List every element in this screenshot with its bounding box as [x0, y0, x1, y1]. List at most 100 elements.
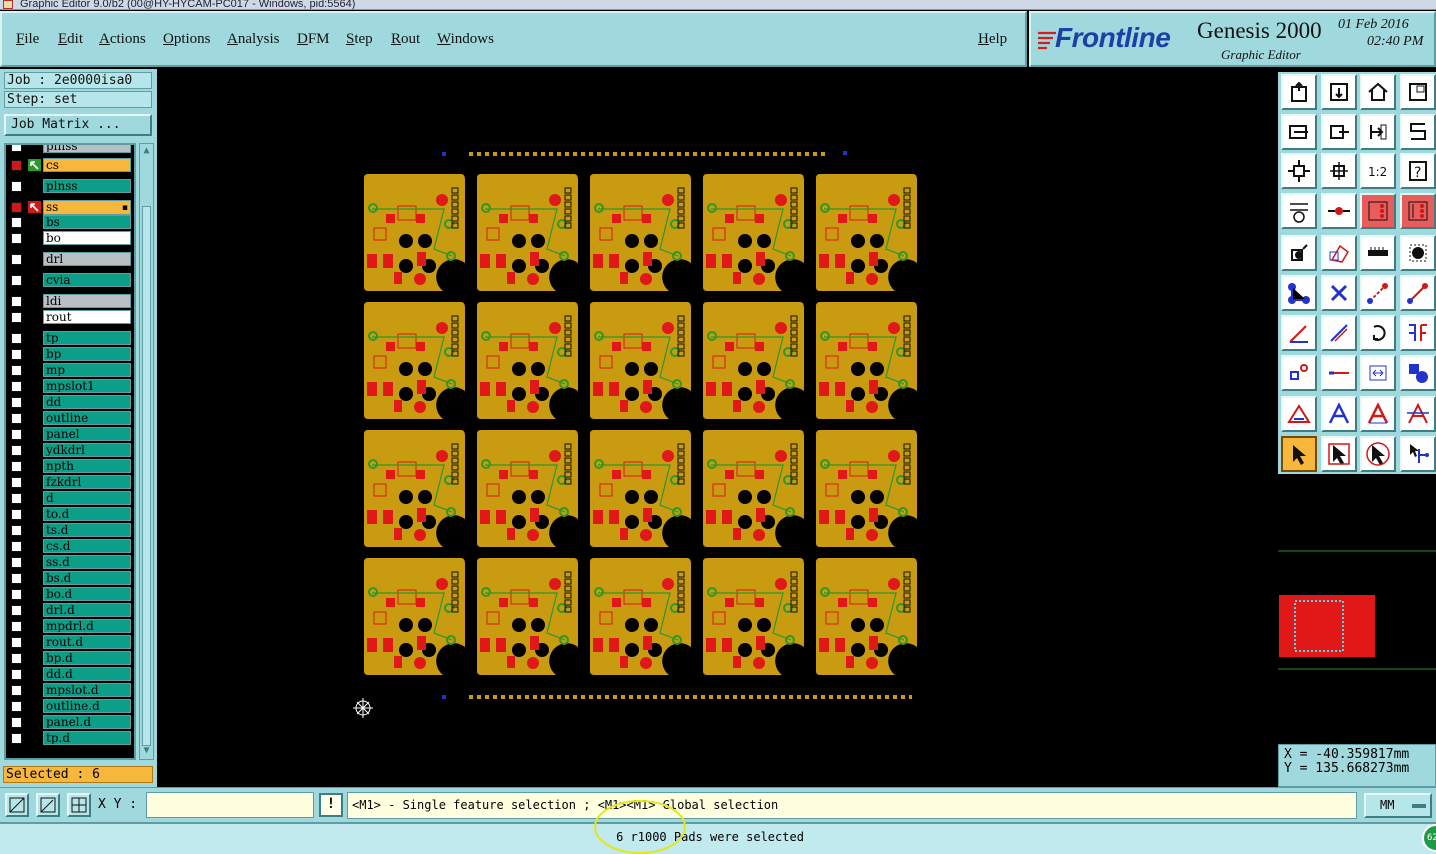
- layer-name[interactable]: rout.d: [43, 635, 131, 649]
- home-tool-button[interactable]: [1360, 74, 1396, 110]
- layer-checkbox[interactable]: [11, 381, 22, 392]
- mirror-tool-button[interactable]: [1400, 315, 1436, 351]
- text-a-blue-tool-button[interactable]: [1400, 396, 1436, 432]
- layer-checkbox[interactable]: [11, 365, 22, 376]
- layer-compare-tool-button[interactable]: [1400, 193, 1436, 229]
- layer-checkbox[interactable]: [11, 685, 22, 696]
- layer-name[interactable]: mpslot1: [43, 379, 131, 393]
- layer-name[interactable]: ss ▪: [43, 200, 131, 215]
- layer-checkbox[interactable]: [11, 181, 22, 192]
- menu-windows[interactable]: Windows: [437, 31, 494, 48]
- layer-row-cs[interactable]: cs: [8, 158, 134, 172]
- layer-name[interactable]: plnss: [43, 179, 131, 193]
- resize-tool-button[interactable]: [1360, 355, 1396, 391]
- layer-name[interactable]: tp: [43, 331, 131, 345]
- snap-center-button[interactable]: [67, 793, 91, 817]
- layer-checkbox[interactable]: [11, 397, 22, 408]
- layer-checkbox[interactable]: [11, 669, 22, 680]
- layer-checkbox[interactable]: [11, 717, 22, 728]
- layer-checkbox[interactable]: [11, 160, 22, 171]
- layer-name[interactable]: to.d: [43, 507, 131, 521]
- layer-name[interactable]: outline: [43, 411, 131, 425]
- menu-actions[interactable]: Actions: [99, 31, 146, 48]
- menu-dfm[interactable]: DFM: [297, 31, 330, 48]
- snap-settings-tool-button[interactable]: [1281, 193, 1317, 229]
- layer-name[interactable]: outline.d: [43, 699, 131, 713]
- layer-row-outline[interactable]: outline: [8, 411, 134, 425]
- layer-name[interactable]: bp.d: [43, 651, 131, 665]
- layer-name[interactable]: bs: [43, 215, 131, 229]
- help-tool-button[interactable]: ?: [1400, 153, 1436, 189]
- layer-row-fzkdrl[interactable]: fzkdrl: [8, 475, 134, 489]
- layer-checkbox[interactable]: [11, 701, 22, 712]
- select-arrow-tool-button[interactable]: [1281, 436, 1317, 472]
- layer-row-mpdrl-d[interactable]: mpdrl.d: [8, 619, 134, 633]
- slash-line-tool-button[interactable]: [1321, 315, 1357, 351]
- job-matrix-button[interactable]: Job Matrix ...: [4, 114, 152, 136]
- layer-checkbox[interactable]: [11, 461, 22, 472]
- layer-checkbox[interactable]: [11, 445, 22, 456]
- layer-row-dd[interactable]: dd: [8, 395, 134, 409]
- layer-row-bp[interactable]: bp: [8, 347, 134, 361]
- layer-name[interactable]: dd: [43, 395, 131, 409]
- scroll-up-icon[interactable]: ▲: [141, 146, 152, 157]
- units-dropdown[interactable]: MM: [1364, 793, 1432, 818]
- layer-name[interactable]: mp: [43, 363, 131, 377]
- layer-stack-tool-button[interactable]: [1360, 193, 1396, 229]
- xy-input[interactable]: [146, 792, 314, 818]
- add-polygon-tool-button[interactable]: [1321, 235, 1357, 271]
- rotate-tool-button[interactable]: [1360, 315, 1396, 351]
- layer-name[interactable]: drl.d: [43, 603, 131, 617]
- layer-checkbox[interactable]: [11, 429, 22, 440]
- select-net-tool-button[interactable]: [1400, 436, 1436, 472]
- layer-checkbox[interactable]: [11, 312, 22, 323]
- layer-checkbox[interactable]: [11, 254, 22, 265]
- layer-name[interactable]: dd.d: [43, 667, 131, 681]
- layer-name[interactable]: tp.d: [43, 731, 131, 745]
- layer-name[interactable]: drl: [43, 252, 131, 266]
- zoom-center-tool-button[interactable]: [1321, 153, 1357, 189]
- menu-edit[interactable]: Edit: [58, 31, 83, 48]
- layer-row-mpslot1[interactable]: mpslot1: [8, 379, 134, 393]
- layer-row-bo-d[interactable]: bo.d: [8, 587, 134, 601]
- layer-name[interactable]: panel: [43, 427, 131, 441]
- scroll-down-icon[interactable]: ▼: [141, 746, 152, 757]
- layer-row-rout[interactable]: rout: [8, 310, 134, 324]
- layer-checkbox[interactable]: [11, 621, 22, 632]
- text-a-red-tool-button[interactable]: [1360, 396, 1396, 432]
- select-arrow-frame-tool-button[interactable]: [1360, 436, 1396, 472]
- layer-row-tp-d[interactable]: tp.d: [8, 731, 134, 745]
- layer-name[interactable]: d: [43, 491, 131, 505]
- layer-row-panel[interactable]: panel: [8, 427, 134, 441]
- pad-tool-button[interactable]: [1400, 235, 1436, 271]
- layer-name[interactable]: mpdrl.d: [43, 619, 131, 633]
- layer-row-plnss[interactable]: plnss: [8, 145, 134, 153]
- layer-checkbox[interactable]: [11, 296, 22, 307]
- menu-step[interactable]: Step: [346, 31, 373, 48]
- layer-name[interactable]: bo: [43, 231, 131, 245]
- layer-name[interactable]: ts.d: [43, 523, 131, 537]
- layer-row-cvia[interactable]: cvia: [8, 273, 134, 287]
- layer-row-ldi[interactable]: ldi: [8, 294, 134, 308]
- layer-row-bp-d[interactable]: bp.d: [8, 651, 134, 665]
- copy-tool-button[interactable]: [1400, 275, 1436, 311]
- layer-checkbox[interactable]: [11, 509, 22, 520]
- scroll-thumb[interactable]: [142, 206, 151, 746]
- layer-checkbox[interactable]: [11, 525, 22, 536]
- line-tool-button[interactable]: [1281, 315, 1317, 351]
- layer-name[interactable]: npth: [43, 459, 131, 473]
- layer-row-drl[interactable]: drl: [8, 252, 134, 266]
- work-layer-arrow-icon[interactable]: [28, 201, 41, 213]
- move-tool-button[interactable]: [1360, 275, 1396, 311]
- layer-row-mpslot-d[interactable]: mpslot.d: [8, 683, 134, 697]
- probe-tool-button[interactable]: [1321, 193, 1357, 229]
- layer-checkbox[interactable]: [11, 589, 22, 600]
- layer-row-dd-d[interactable]: dd.d: [8, 667, 134, 681]
- menu-analysis[interactable]: Analysis: [227, 31, 280, 48]
- layer-checkbox[interactable]: [11, 653, 22, 664]
- layer-checkbox[interactable]: [11, 541, 22, 552]
- layer-name[interactable]: cs.d: [43, 539, 131, 553]
- text-a-bold-tool-button[interactable]: [1321, 396, 1357, 432]
- layer-name[interactable]: rout: [43, 310, 131, 324]
- layer-checkbox[interactable]: [11, 477, 22, 488]
